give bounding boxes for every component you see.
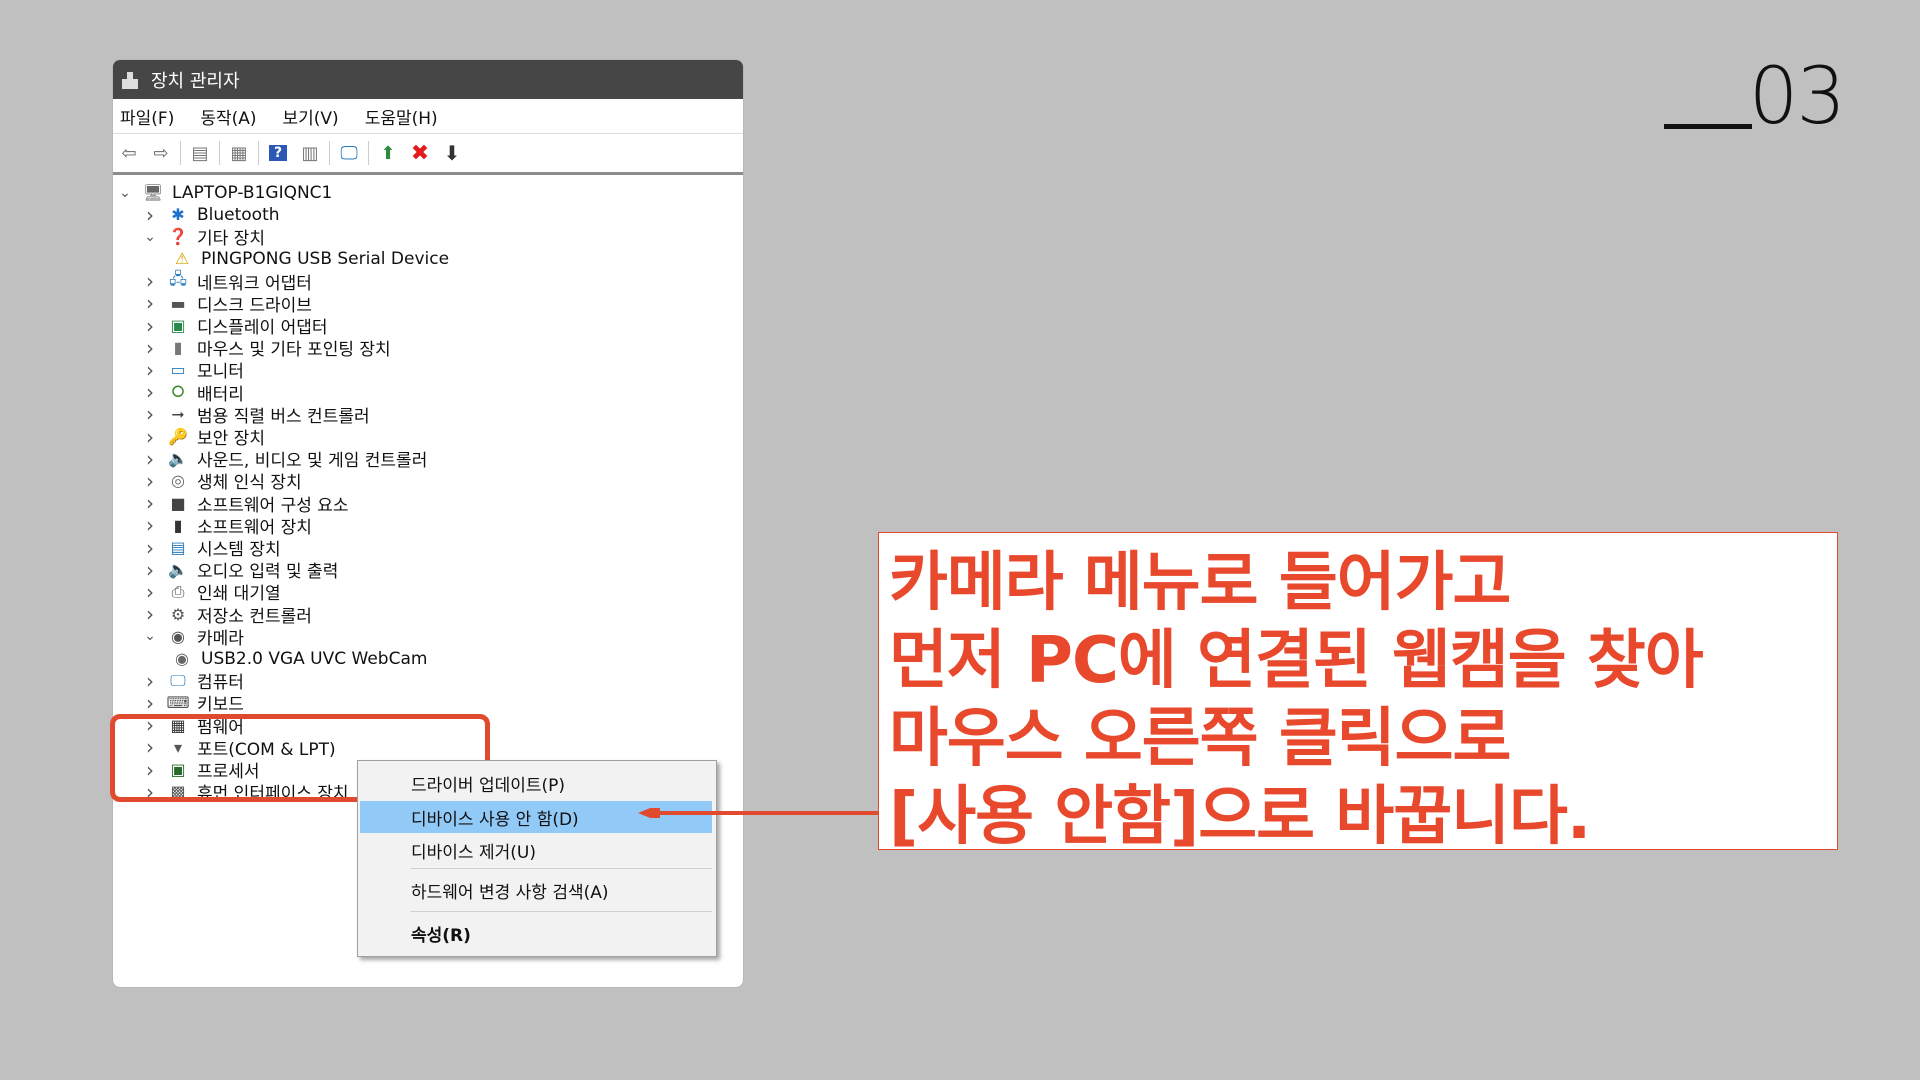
uninstall-x-icon[interactable]: ✖ — [408, 141, 432, 166]
slide-number: 03 — [1664, 58, 1846, 136]
storage-controller-icon: ⚙ — [170, 604, 186, 624]
menu-bar: 파일(F) 동작(A) 보기(V) 도움말(H) — [113, 99, 743, 134]
computer-icon: 🖵 — [170, 670, 186, 690]
warning-device-icon: ⚠ — [174, 249, 190, 269]
help-icon[interactable]: ? — [266, 141, 290, 165]
sound-icon: 🔈 — [168, 449, 188, 469]
context-menu: 드라이버 업데이트(P) 디바이스 사용 안 함(D) 디바이스 제거(U) 하… — [357, 760, 717, 957]
menu-item-scan-hardware[interactable]: 하드웨어 변경 사항 검색(A) — [360, 874, 712, 906]
menu-help[interactable]: 도움말(H) — [365, 104, 438, 129]
title-bar[interactable]: 장치 관리자 — [113, 60, 743, 99]
disable-device-icon[interactable]: ⬇ — [440, 141, 464, 165]
menu-item-update-driver-label: 드라이버 업데이트(P) — [411, 775, 566, 796]
properties-icon[interactable]: ▦ — [227, 141, 251, 165]
menu-separator — [410, 911, 712, 912]
tree-root-label: LAPTOP-B1GIQNC1 — [172, 182, 333, 203]
security-device-icon: 🔑 — [168, 427, 188, 446]
bluetooth-icon: ✱ — [171, 205, 185, 224]
audio-icon: 🔈 — [168, 560, 188, 580]
scan-hardware-icon[interactable]: 🖵 — [337, 141, 361, 165]
printer-icon: ⎙ — [171, 581, 185, 601]
annotation-line-4: [사용 안함]으로 바꿉니다. — [889, 780, 1591, 854]
update-driver-icon[interactable]: ⬆ — [376, 141, 400, 165]
back-arrow-icon[interactable]: ⇦ — [117, 141, 141, 165]
menu-item-disable-device-label: 디바이스 사용 안 함(D) — [411, 809, 579, 830]
menu-view[interactable]: 보기(V) — [283, 104, 339, 129]
menu-item-properties-label: 속성(R) — [411, 925, 471, 946]
biometric-icon: ◎ — [171, 471, 185, 491]
webcam-icon: ◉ — [175, 649, 189, 668]
mouse-icon: ▮ — [173, 338, 183, 358]
slide-number-underline — [1664, 124, 1752, 129]
menu-item-scan-hardware-label: 하드웨어 변경 사항 검색(A) — [411, 882, 609, 903]
menu-item-uninstall-device[interactable]: 디바이스 제거(U) — [360, 834, 712, 866]
action-pane-icon[interactable]: ▥ — [298, 141, 322, 165]
menu-separator — [410, 868, 712, 869]
tree-item-label: Bluetooth — [197, 204, 280, 225]
device-manager-icon — [119, 69, 141, 91]
toolbar: ⇦ ⇨ ▤ ▦ ? ▥ 🖵 ⬆ ✖ ⬇ — [113, 134, 743, 175]
keyboard-icon: ⌨ — [166, 693, 190, 713]
system-device-icon: ▤ — [170, 538, 186, 557]
other-devices-icon: ❓ — [168, 227, 188, 247]
disk-drive-icon: ▬ — [170, 293, 186, 313]
network-adapter-icon: 🖧 — [169, 268, 187, 288]
chevron-down-icon[interactable]: ⌄ — [118, 185, 132, 201]
forward-arrow-icon[interactable]: ⇨ — [149, 141, 173, 165]
monitor-icon: ▭ — [170, 360, 186, 380]
software-component-icon: ■ — [170, 493, 186, 513]
show-hide-console-tree-icon[interactable]: ▤ — [188, 141, 212, 165]
toolbar-separator — [258, 141, 259, 165]
toolbar-separator — [329, 141, 330, 165]
menu-file[interactable]: 파일(F) — [120, 104, 174, 129]
tree-item-label: PINGPONG USB Serial Device — [201, 248, 450, 269]
menu-item-properties[interactable]: 속성(R) — [360, 917, 712, 949]
battery-icon: ⭘ — [171, 382, 185, 402]
chevron-down-icon[interactable]: ⌄ — [143, 229, 157, 245]
window-title: 장치 관리자 — [151, 70, 240, 92]
toolbar-separator — [180, 141, 181, 165]
pointer-arrow — [638, 808, 878, 818]
menu-item-update-driver[interactable]: 드라이버 업데이트(P) — [360, 767, 712, 799]
toolbar-separator — [219, 141, 220, 165]
slide-number-text: 03 — [1748, 52, 1846, 142]
display-adapter-icon: ▣ — [170, 316, 186, 335]
chevron-down-icon[interactable]: ⌄ — [143, 628, 157, 644]
camera-icon: ◉ — [171, 626, 185, 646]
menu-action[interactable]: 동작(A) — [200, 104, 256, 129]
software-device-icon: ▮ — [173, 515, 183, 535]
annotation-box: 카메라 메뉴로 들어가고 먼저 PC에 연결된 웹캠을 찾아 마우스 오른쪽 클… — [878, 532, 1838, 854]
usb-controller-icon: ⭢ — [171, 404, 185, 424]
toolbar-separator — [368, 141, 369, 165]
menu-item-uninstall-device-label: 디바이스 제거(U) — [411, 842, 536, 863]
tree-item-label: USB2.0 VGA UVC WebCam — [201, 648, 428, 669]
